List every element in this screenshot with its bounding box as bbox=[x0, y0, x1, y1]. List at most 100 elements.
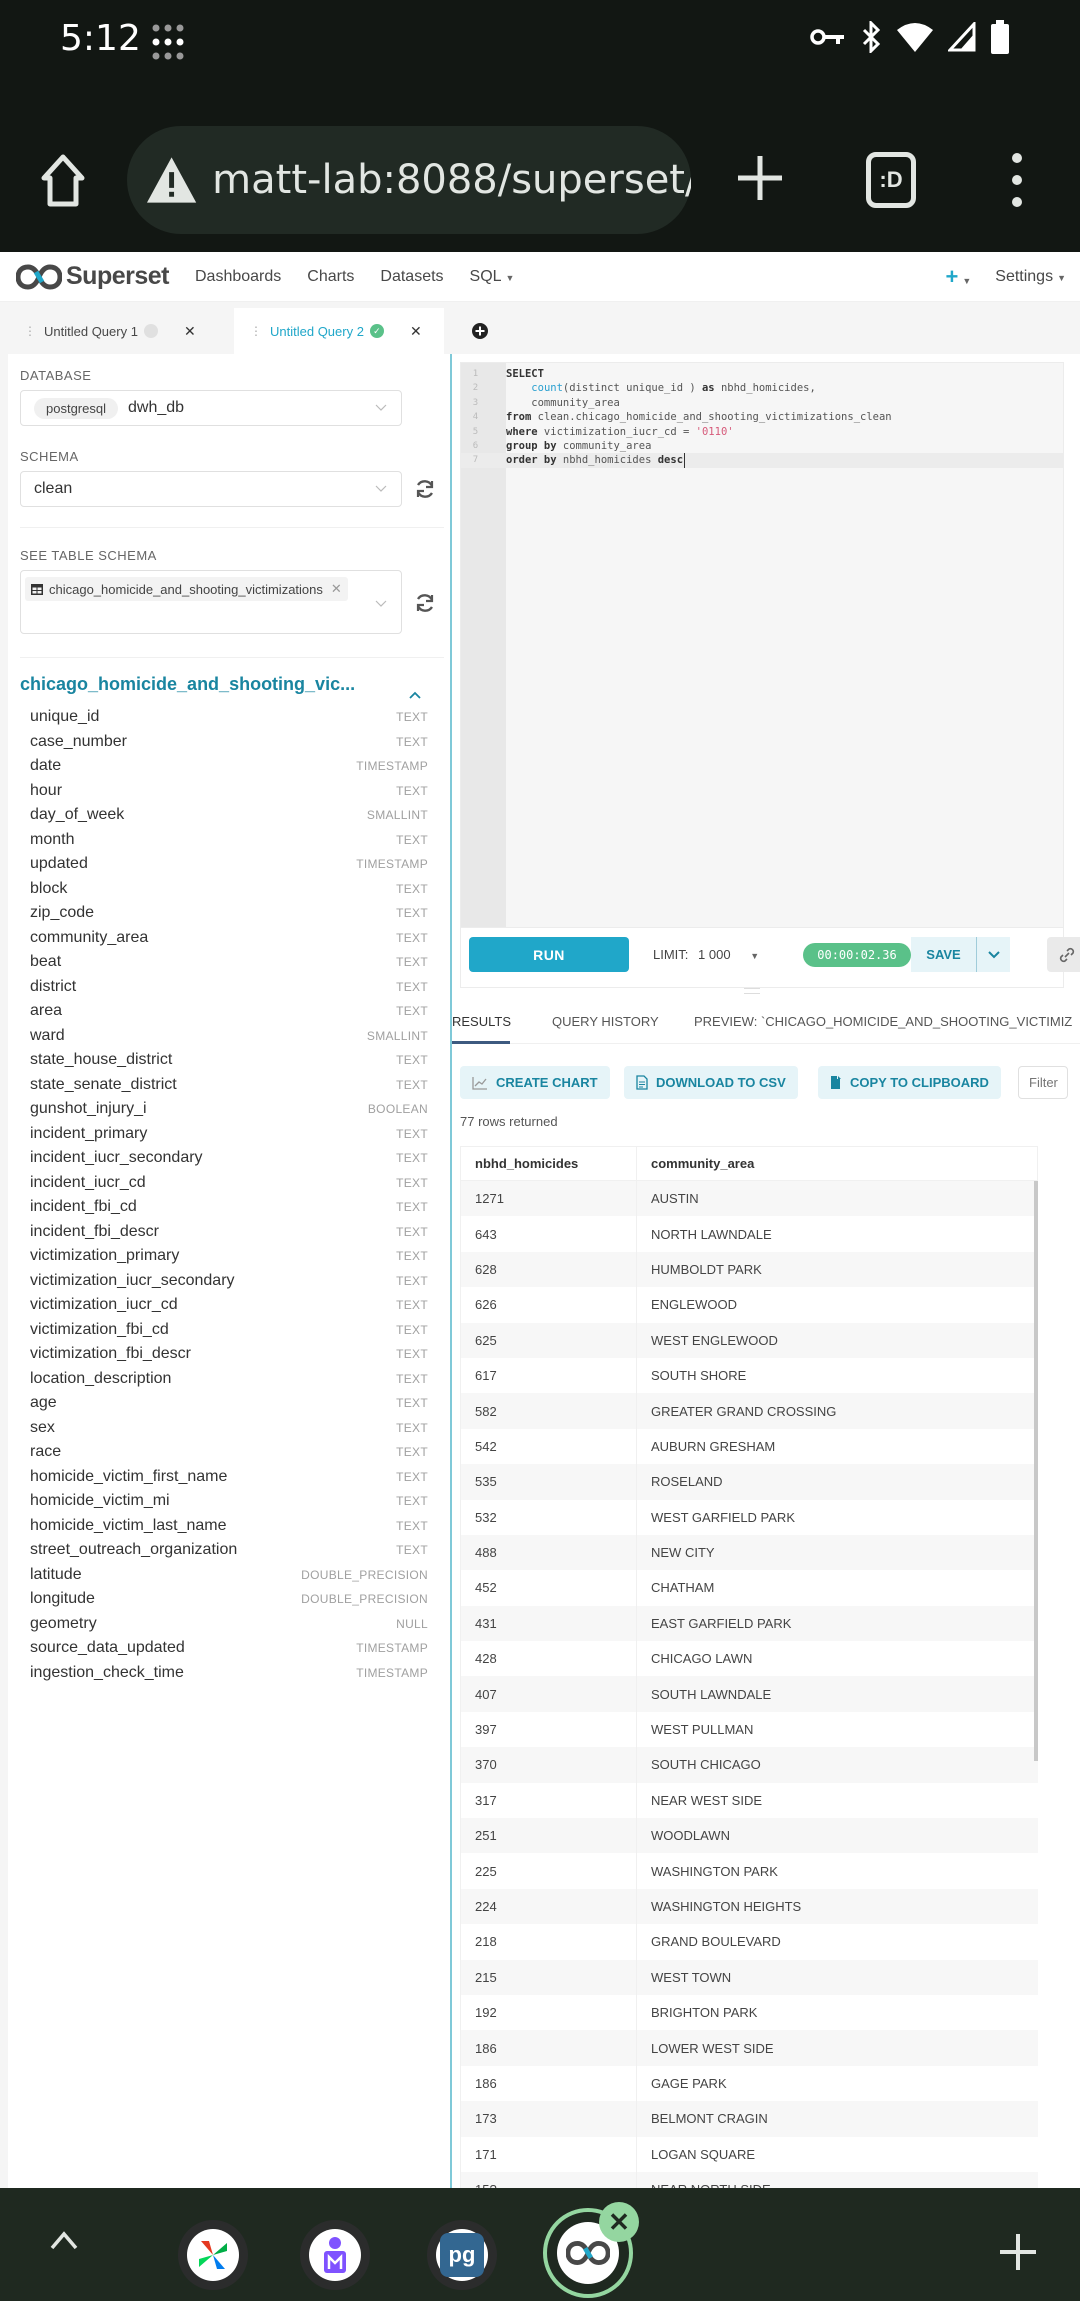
table-row[interactable]: 317 NEAR WEST SIDE bbox=[460, 1782, 1038, 1819]
editor-resize-handle[interactable] bbox=[744, 988, 760, 994]
column-header-nbhd-homicides[interactable]: nbhd_homicides bbox=[461, 1147, 637, 1180]
column-item[interactable]: day_of_week SMALLINT bbox=[30, 803, 428, 828]
table-row[interactable]: 452 CHATHAM bbox=[460, 1570, 1038, 1606]
column-item[interactable]: district TEXT bbox=[30, 975, 428, 1000]
new-tab-icon[interactable] bbox=[732, 150, 788, 206]
column-item[interactable]: sex TEXT bbox=[30, 1416, 428, 1441]
database-select[interactable]: postgresql dwh_db bbox=[20, 390, 402, 426]
table-row[interactable]: 251 WOODLAWN bbox=[460, 1818, 1038, 1854]
column-item[interactable]: zip_code TEXT bbox=[30, 901, 428, 926]
column-item[interactable]: location_description TEXT bbox=[30, 1367, 428, 1392]
schema-select[interactable]: clean bbox=[20, 471, 402, 507]
query-tab-2[interactable]: ⋮ Untitled Query 2 ✓ ✕ bbox=[234, 308, 444, 354]
table-row[interactable]: 407 SOUTH LAWNDALE bbox=[460, 1676, 1038, 1712]
column-item[interactable]: hour TEXT bbox=[30, 779, 428, 804]
home-icon[interactable] bbox=[38, 152, 88, 208]
table-body[interactable]: 1271 AUSTIN 643 NORTH LAWNDALE 628 HUMBOLDT P… bbox=[460, 1181, 1038, 2221]
column-item[interactable]: updated TIMESTAMP bbox=[30, 852, 428, 877]
refresh-icon[interactable] bbox=[414, 478, 436, 500]
more-vert-icon[interactable] bbox=[1005, 150, 1029, 210]
column-item[interactable]: state_house_district TEXT bbox=[30, 1048, 428, 1073]
column-item[interactable]: ward SMALLINT bbox=[30, 1024, 428, 1049]
table-row[interactable]: 643 NORTH LAWNDALE bbox=[460, 1216, 1038, 1252]
tab-preview[interactable]: PREVIEW: `CHICAGO_HOMICIDE_AND_SHOOTING_… bbox=[694, 1014, 1080, 1029]
column-item[interactable]: month TEXT bbox=[30, 828, 428, 853]
superset-logo[interactable]: Superset bbox=[16, 262, 169, 291]
add-app-icon[interactable] bbox=[998, 2232, 1038, 2272]
table-row[interactable]: 224 WASHINGTON HEIGHTS bbox=[460, 1888, 1038, 1925]
column-item[interactable]: incident_iucr_secondary TEXT bbox=[30, 1146, 428, 1171]
close-tab-icon[interactable]: ✕ bbox=[184, 323, 196, 340]
table-row[interactable]: 1271 AUSTIN bbox=[460, 1181, 1038, 1217]
table-row[interactable]: 370 SOUTH CHICAGO bbox=[460, 1747, 1038, 1783]
tab-switcher-button[interactable]: :D bbox=[866, 152, 916, 208]
nav-dashboards[interactable]: Dashboards bbox=[195, 268, 281, 286]
close-app-icon[interactable]: ✕ bbox=[599, 2202, 639, 2242]
column-item[interactable]: date TIMESTAMP bbox=[30, 754, 428, 779]
table-row[interactable]: 582 GREATER GRAND CROSSING bbox=[460, 1393, 1038, 1429]
chevron-up-icon[interactable] bbox=[408, 690, 422, 700]
save-button[interactable]: SAVE bbox=[911, 937, 977, 972]
column-item[interactable]: unique_id TEXT bbox=[30, 705, 428, 730]
table-row[interactable]: 488 NEW CITY bbox=[460, 1534, 1038, 1571]
table-row[interactable]: 186 LOWER WEST SIDE bbox=[460, 2030, 1038, 2066]
column-item[interactable]: homicide_victim_first_name TEXT bbox=[30, 1465, 428, 1490]
column-item[interactable]: age TEXT bbox=[30, 1391, 428, 1416]
table-title[interactable]: chicago_homicide_and_shooting_vic... bbox=[20, 674, 355, 695]
column-item[interactable]: case_number TEXT bbox=[30, 730, 428, 755]
limit-dropdown[interactable]: LIMIT: 1 000 ▼ bbox=[653, 947, 759, 962]
column-item[interactable]: community_area TEXT bbox=[30, 926, 428, 951]
column-item[interactable]: victimization_iucr_secondary TEXT bbox=[30, 1269, 428, 1294]
table-row[interactable]: 218 GRAND BOULEVARD bbox=[460, 1924, 1038, 1960]
results-filter-input[interactable] bbox=[1018, 1066, 1068, 1099]
new-menu[interactable]: + ▼ bbox=[945, 264, 971, 290]
tab-query-history[interactable]: QUERY HISTORY bbox=[552, 1014, 659, 1029]
table-row[interactable]: 626 ENGLEWOOD bbox=[460, 1287, 1038, 1323]
query-tab-1[interactable]: ⋮ Untitled Query 1 ✕ bbox=[8, 308, 226, 354]
table-row[interactable]: 542 AUBURN GRESHAM bbox=[460, 1428, 1038, 1465]
copy-clipboard-button[interactable]: COPY TO CLIPBOARD bbox=[818, 1066, 1001, 1099]
table-row[interactable]: 617 SOUTH SHORE bbox=[460, 1357, 1038, 1394]
table-row[interactable]: 215 WEST TOWN bbox=[460, 1959, 1038, 1995]
column-header-community-area[interactable]: community_area bbox=[637, 1147, 1037, 1180]
remove-tag-icon[interactable]: ✕ bbox=[331, 581, 342, 597]
column-item[interactable]: block TEXT bbox=[30, 877, 428, 902]
table-row[interactable]: 171 LOGAN SQUARE bbox=[460, 2136, 1038, 2172]
metabase-app-icon[interactable] bbox=[300, 2220, 370, 2290]
close-tab-icon[interactable]: ✕ bbox=[410, 323, 422, 340]
download-csv-button[interactable]: DOWNLOAD TO CSV bbox=[624, 1066, 798, 1099]
column-item[interactable]: area TEXT bbox=[30, 999, 428, 1024]
column-item[interactable]: race TEXT bbox=[30, 1440, 428, 1465]
airflow-app-icon[interactable] bbox=[178, 2220, 248, 2290]
table-row[interactable]: 397 WEST PULLMAN bbox=[460, 1711, 1038, 1748]
add-query-tab-button[interactable] bbox=[460, 308, 500, 354]
table-row[interactable]: 625 WEST ENGLEWOOD bbox=[460, 1322, 1038, 1358]
column-item[interactable]: longitude DOUBLE_PRECISION bbox=[30, 1587, 428, 1612]
settings-menu[interactable]: Settings ▼ bbox=[995, 268, 1066, 286]
column-item[interactable]: victimization_primary TEXT bbox=[30, 1244, 428, 1269]
column-item[interactable]: incident_primary TEXT bbox=[30, 1122, 428, 1147]
table-row[interactable]: 535 ROSELAND bbox=[460, 1464, 1038, 1500]
table-row[interactable]: 628 HUMBOLDT PARK bbox=[460, 1251, 1038, 1288]
url-bar[interactable]: matt-lab:8088/superset/ bbox=[127, 126, 691, 234]
column-item[interactable]: source_data_updated TIMESTAMP bbox=[30, 1636, 428, 1661]
create-chart-button[interactable]: CREATE CHART bbox=[460, 1066, 610, 1099]
sql-editor[interactable]: 1 SELECT 2 count (distinct unique_id ) as n… bbox=[460, 362, 1064, 928]
table-scrollbar[interactable] bbox=[1034, 1181, 1038, 1761]
column-item[interactable]: victimization_iucr_cd TEXT bbox=[30, 1293, 428, 1318]
column-item[interactable]: victimization_fbi_cd TEXT bbox=[30, 1318, 428, 1343]
run-button[interactable]: RUN bbox=[469, 937, 629, 972]
nav-sql[interactable]: SQL ▼ bbox=[470, 268, 515, 286]
refresh-icon[interactable] bbox=[414, 592, 436, 614]
chevron-up-icon[interactable] bbox=[48, 2228, 80, 2252]
nav-charts[interactable]: Charts bbox=[307, 268, 354, 286]
column-item[interactable]: incident_fbi_descr TEXT bbox=[30, 1220, 428, 1245]
table-row[interactable]: 532 WEST GARFIELD PARK bbox=[460, 1499, 1038, 1535]
column-item[interactable]: homicide_victim_last_name TEXT bbox=[30, 1514, 428, 1539]
tab-results[interactable]: RESULTS bbox=[452, 1014, 511, 1029]
column-item[interactable]: beat TEXT bbox=[30, 950, 428, 975]
table-row[interactable]: 186 GAGE PARK bbox=[460, 2065, 1038, 2102]
column-item[interactable]: ingestion_check_time TIMESTAMP bbox=[30, 1661, 428, 1686]
column-item[interactable]: gunshot_injury_i BOOLEAN bbox=[30, 1097, 428, 1122]
table-row[interactable]: 173 BELMONT CRAGIN bbox=[460, 2101, 1038, 2137]
